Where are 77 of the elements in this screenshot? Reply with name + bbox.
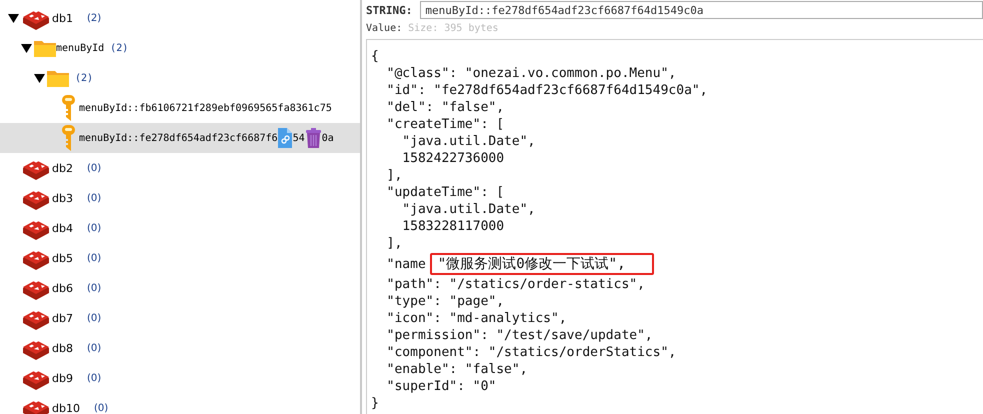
folder-icon [47,68,69,88]
item-count: (0) [86,252,102,264]
caret-icon[interactable] [8,13,19,23]
code-line: "java.util.Date", [401,133,536,150]
code-line: 1583228117000 [401,218,504,235]
item-count: (2) [75,72,94,84]
item-count: (0) [86,312,102,324]
item-count: (0) [86,222,102,234]
code-line: "component": "/statics/orderStatics", [386,344,676,361]
tree-label: db7 [52,312,73,324]
selected-tree-row[interactable]: menuById::fe278df654adf23cf6687f6 54 0a [0,123,360,153]
tree-row[interactable]: db6 (0) [0,273,360,303]
tree-row[interactable]: db8 (0) [0,333,360,363]
tree-label: db1 [52,12,73,24]
highlighted-value: "微服务测试0修改一下试试", [430,253,654,275]
item-count: (0) [86,342,102,354]
item-count: (0) [86,282,102,294]
code-line: "java.util.Date", [401,201,536,218]
code-line: "updateTime": [ [386,184,504,201]
item-count: (2) [86,12,102,24]
tree-label: db6 [52,282,73,294]
tree-label: db4 [52,222,73,234]
tree-row[interactable]: menuById::fb6106721f289ebf0969565fa8361c75 [0,93,360,123]
tree-label: db5 [52,252,73,264]
item-count: (2) [110,42,128,54]
tree-label: db3 [52,192,73,204]
key-icon [62,95,75,121]
item-count: (0) [94,402,108,414]
key-name-fragment: 54 [292,132,305,144]
code-line: "permission": "/test/save/update", [386,327,653,344]
tree-label: db10 [52,402,80,414]
key-name: menuById::fe278df654adf23cf6687f6 [79,132,278,144]
tree-row[interactable]: db2 (0) [0,153,360,183]
code-line: 1582422736000 [401,150,504,167]
code-line: "name [386,256,426,272]
caret-icon[interactable] [34,73,45,83]
code-line: "del": "false", [386,99,504,116]
folder-icon [34,38,56,58]
code-line: "icon": "md-analytics", [386,310,567,327]
tree-label: db2 [52,162,73,174]
code-line: "createTime": [ [386,116,504,133]
tree-row[interactable]: db9 (0) [0,363,360,393]
key-field[interactable]: menuById::fe278df654adf23cf6687f64d1549c0a [420,1,983,19]
item-count: (0) [86,192,102,204]
code-line: ], [386,167,402,184]
tree-row[interactable]: (2) [0,63,360,93]
tree-label: db8 [52,342,73,354]
tree-row[interactable]: menuById (2) [0,33,360,63]
item-count: (0) [86,162,102,174]
tree-row[interactable]: db1 (2) [0,3,360,33]
tree-label: db9 [52,372,73,384]
tree-row[interactable]: db4 (0) [0,213,360,243]
tree-row[interactable]: db5 (0) [0,243,360,273]
value-label: Value: [366,23,402,34]
code-line: "enable": "false", [386,361,528,378]
tree-row[interactable]: db7 (0) [0,303,360,333]
caret-icon[interactable] [21,43,32,53]
tree-row[interactable]: db10 (0) [0,393,360,414]
item-count: (0) [86,372,102,384]
value-editor[interactable] [366,39,983,414]
type-label: STRING: [366,4,412,16]
code-line: ], [386,235,402,252]
copy-icon[interactable] [278,128,292,148]
key-name: menuById::fb6106721f289ebf0969565fa8361c75 [79,102,332,114]
code-line: "type": "page", [386,293,504,310]
tree-row[interactable]: db3 (0) [0,183,360,213]
code-line: { [371,48,379,65]
trash-icon[interactable] [306,128,321,148]
code-line: "path": "/statics/order-statics", [386,276,645,293]
tree-label: menuById [56,42,104,54]
code-line: "@class": "onezai.vo.common.po.Menu", [386,65,676,82]
code-line: "id": "fe278df654adf23cf6687f64d1549c0a", [386,82,708,99]
key-icon [62,125,75,151]
code-line: } [371,395,379,412]
size-label: Size: 395 bytes [408,23,498,34]
key-name-fragment: 0a [322,132,334,144]
code-line: "superId": "0" [386,378,496,395]
